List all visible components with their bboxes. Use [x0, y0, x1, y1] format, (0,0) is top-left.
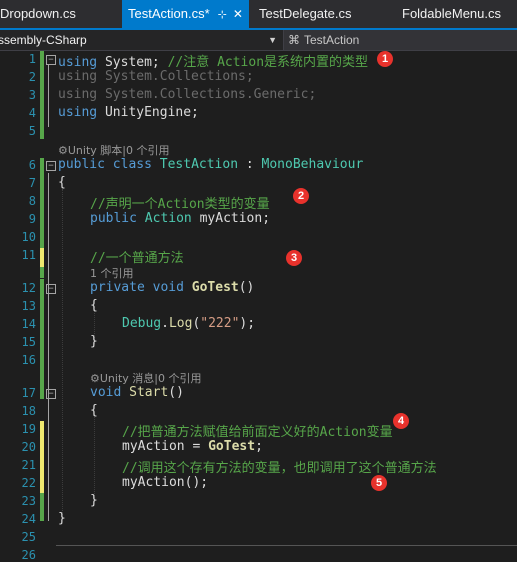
fold-guide: [48, 401, 49, 501]
member-name: TestAction: [304, 33, 360, 47]
pin-icon[interactable]: ⊹: [218, 9, 227, 21]
codelens[interactable]: ⚙Unity 消息|0 个引用: [90, 370, 201, 386]
code-line-9: public Action myAction;: [90, 211, 271, 226]
line-number: 1: [28, 52, 36, 66]
close-icon[interactable]: ✕: [233, 7, 243, 21]
code-line-3: using System.Collections.Generic;: [58, 87, 317, 102]
code-line-2: using System.Collections;: [58, 69, 254, 84]
code-line-11: //一个普通方法: [90, 251, 184, 266]
member-dropdown[interactable]: ⌘ TestAction: [284, 30, 517, 50]
tab-dropdown[interactable]: Dropdown.cs: [0, 0, 76, 28]
code-line-22: myAction();: [122, 475, 209, 490]
line-number: 17: [21, 386, 36, 400]
indent-guide: [62, 189, 63, 519]
codelens[interactable]: ⚙Unity 脚本|0 个引用: [58, 142, 169, 158]
tab-bar: Dropdown.cs TestAction.cs* ⊹ ✕ TestDelegat…: [0, 0, 517, 30]
tab-label: FoldableMenu.cs: [402, 6, 501, 21]
tab-label: Dropdown.cs: [0, 6, 76, 21]
code-line-18: {: [90, 403, 98, 418]
class-icon: ⌘: [288, 33, 300, 47]
code-line-24: }: [58, 511, 66, 526]
tab-foldablemenu[interactable]: FoldableMenu.cs: [402, 0, 501, 28]
line-number: 23: [21, 494, 36, 508]
line-number: 7: [28, 176, 36, 190]
line-number: 8: [28, 194, 36, 208]
line-number: 25: [21, 530, 36, 544]
annotation-badge-2: 2: [293, 188, 309, 204]
gear-icon: ⚙: [58, 144, 68, 157]
code-line-1: using System; //注意 Action是系统内置的类型: [58, 55, 369, 70]
project-name: ssembly-CSharp: [0, 33, 87, 47]
change-marker: [40, 279, 44, 399]
line-number: 16: [21, 353, 36, 367]
code-line-19: //把普通方法赋值给前面定义好的Action变量: [122, 425, 393, 440]
line-number: 10: [21, 230, 36, 244]
line-number: 11: [21, 248, 36, 262]
line-number: 19: [21, 422, 36, 436]
fold-guide: [48, 65, 49, 127]
line-number: 26: [21, 548, 36, 562]
indent-guide: [94, 414, 95, 502]
line-number: 18: [21, 404, 36, 418]
chevron-down-icon[interactable]: ▼: [268, 30, 277, 50]
change-marker: [40, 421, 44, 493]
line-number: 3: [28, 88, 36, 102]
change-marker: [40, 51, 44, 139]
change-marker: [40, 493, 44, 521]
navigation-bar: ssembly-CSharp ▼ ⌘ TestAction: [0, 30, 517, 51]
fold-toggle-icon[interactable]: −: [46, 284, 56, 294]
current-line-border: [56, 545, 517, 546]
line-number: 5: [28, 124, 36, 138]
code-line-21: //调用这个存有方法的变量，也即调用了这个普通方法: [122, 461, 437, 476]
code-line-15: }: [90, 334, 98, 349]
annotation-badge-5: 5: [371, 475, 387, 491]
line-number: 6: [28, 158, 36, 172]
annotation-badge-3: 3: [286, 250, 302, 266]
code-line-13: {: [90, 298, 98, 313]
codelens[interactable]: 1 个引用: [90, 265, 134, 281]
line-number: 21: [21, 458, 36, 472]
code-line-17: void Start(): [90, 385, 184, 400]
line-number: 22: [21, 476, 36, 490]
code-line-7: {: [58, 175, 66, 190]
code-line-12: private void GoTest(): [90, 280, 255, 295]
code-line-23: }: [90, 493, 98, 508]
line-number: 24: [21, 512, 36, 526]
line-number: 15: [21, 335, 36, 349]
line-number: 2: [28, 70, 36, 84]
tab-testaction[interactable]: TestAction.cs* ⊹ ✕: [122, 0, 249, 28]
code-line-6: public class TestAction : MonoBehaviour: [58, 157, 364, 172]
fold-toggle-icon[interactable]: −: [46, 389, 56, 399]
annotation-badge-1: 1: [377, 51, 393, 67]
fold-toggle-icon[interactable]: −: [46, 55, 56, 65]
code-line-14: Debug.Log("222");: [122, 316, 256, 331]
fold-toggle-icon[interactable]: −: [46, 161, 56, 171]
tab-label: TestAction.cs*: [128, 6, 210, 21]
change-marker: [40, 248, 44, 267]
project-dropdown[interactable]: ssembly-CSharp ▼: [0, 30, 284, 50]
line-number: 14: [21, 317, 36, 331]
line-number: 9: [28, 212, 36, 226]
gear-icon: ⚙: [90, 372, 100, 385]
code-editor[interactable]: 1 − using System; //注意 Action是系统内置的类型 1 …: [0, 51, 517, 562]
fold-guide: [48, 297, 49, 343]
code-line-8: //声明一个Action类型的变量: [90, 197, 270, 212]
line-number: 4: [28, 106, 36, 120]
tab-testdelegate[interactable]: TestDelegate.cs: [259, 0, 352, 28]
tab-label: TestDelegate.cs: [259, 6, 352, 21]
code-line-20: myAction = GoTest;: [122, 439, 263, 454]
line-number: 20: [21, 440, 36, 454]
code-line-4: using UnityEngine;: [58, 105, 199, 120]
line-number: 13: [21, 299, 36, 313]
line-number: 12: [21, 281, 36, 295]
annotation-badge-4: 4: [393, 413, 409, 429]
